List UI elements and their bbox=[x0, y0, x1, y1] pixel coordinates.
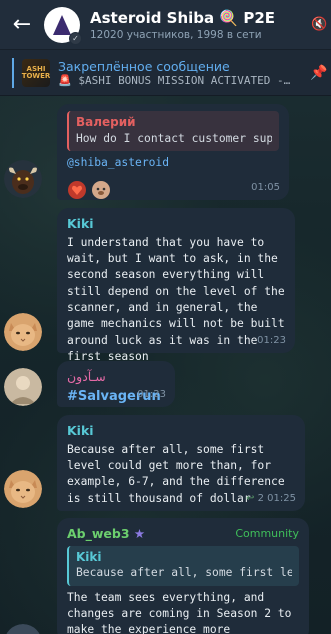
back-button[interactable]: ← bbox=[0, 0, 44, 50]
reply-arrow-icon: ↩ bbox=[246, 493, 255, 504]
chat-subtitle: 12020 участников, 1998 в сети bbox=[90, 28, 262, 41]
message-bubble[interactable]: Ab_web3 ★ Community Kiki Because after a… bbox=[57, 518, 309, 634]
message-time: 01:23 bbox=[137, 389, 166, 400]
avatar-cat[interactable] bbox=[4, 313, 42, 351]
pinned-text: $ASHI BONUS MISSION ACTIVATED -… bbox=[78, 73, 291, 87]
sender-name[interactable]: Kiki bbox=[67, 422, 295, 440]
sender-name[interactable]: سـآدون bbox=[67, 368, 165, 386]
mention-link[interactable]: @shiba_asteroid bbox=[67, 155, 279, 171]
sender-name[interactable]: Ab_web3 ★ bbox=[67, 525, 145, 543]
siren-icon: 🚨 bbox=[58, 73, 72, 87]
avatar-ab[interactable] bbox=[4, 624, 42, 634]
reply-sender: Kiki bbox=[76, 549, 102, 564]
message-bubble[interactable]: Kiki I understand that you have to wait,… bbox=[57, 208, 295, 363]
lollipop-icon: 🍭 bbox=[219, 8, 239, 27]
arrow-left-icon: ← bbox=[12, 12, 32, 37]
message-text: The team sees everything, and changes ar… bbox=[67, 590, 292, 634]
sender-name[interactable]: Kiki bbox=[67, 215, 285, 233]
message-bubble[interactable]: سـآدون #Salvagerun 01:23 bbox=[57, 361, 175, 407]
pinned-label: Закреплённое сообщение bbox=[58, 58, 230, 74]
verified-icon: ✓ bbox=[69, 31, 82, 45]
chat-header: ← ✓ Asteroid Shiba 🍭 P2E 12020 участнико… bbox=[0, 0, 331, 50]
message-text: I understand that you have to wait, but … bbox=[67, 235, 285, 364]
reply-sender: Валерий bbox=[76, 115, 136, 129]
message-meta[interactable]: ↩ 2 01:25 bbox=[246, 492, 296, 506]
chat-info[interactable]: Asteroid Shiba 🍭 P2E 12020 участников, 1… bbox=[90, 9, 311, 41]
reply-text: Because after all, some first level coul… bbox=[76, 566, 292, 580]
avatar-cat[interactable] bbox=[4, 470, 42, 508]
reply-text: How do I contact customer support? bbox=[76, 131, 272, 145]
chat-avatar[interactable]: ✓ bbox=[44, 6, 82, 45]
message-bubble[interactable]: Валерий How do I contact customer suppor… bbox=[57, 104, 289, 200]
mute-icon: 🔇 bbox=[311, 17, 328, 32]
avatar-user[interactable] bbox=[4, 368, 42, 406]
dog-face-icon bbox=[92, 180, 110, 199]
pinned-content: Закреплённое сообщение 🚨 $ASHI BONUS MIS… bbox=[58, 59, 307, 87]
reply-preview[interactable]: Валерий How do I contact customer suppor… bbox=[67, 111, 279, 152]
pin-list-icon[interactable]: 📌 bbox=[307, 65, 331, 81]
emoji-row bbox=[67, 180, 279, 200]
pinned-message-bar[interactable]: ASHI TOWER Закреплённое сообщение 🚨 $ASH… bbox=[0, 50, 331, 96]
flame-heart-icon bbox=[68, 180, 86, 199]
message-time: 01:05 bbox=[251, 182, 280, 193]
avatar-bull[interactable] bbox=[4, 160, 42, 198]
reply-count: 2 bbox=[257, 493, 264, 504]
reply-preview[interactable]: Kiki Because after all, some first level… bbox=[67, 545, 299, 586]
asteroid-logo-icon bbox=[53, 14, 71, 35]
star-icon: ★ bbox=[133, 526, 146, 541]
pinned-thumbnail: ASHI TOWER bbox=[22, 58, 50, 87]
message-time: 01:25 bbox=[267, 493, 296, 504]
chat-title: Asteroid Shiba 🍭 P2E bbox=[90, 8, 276, 27]
community-badge: Community bbox=[235, 527, 299, 541]
message-time: 01:23 bbox=[257, 335, 286, 346]
pinned-indicator bbox=[12, 57, 14, 88]
message-bubble[interactable]: Kiki Because after all, some first level… bbox=[57, 415, 305, 511]
